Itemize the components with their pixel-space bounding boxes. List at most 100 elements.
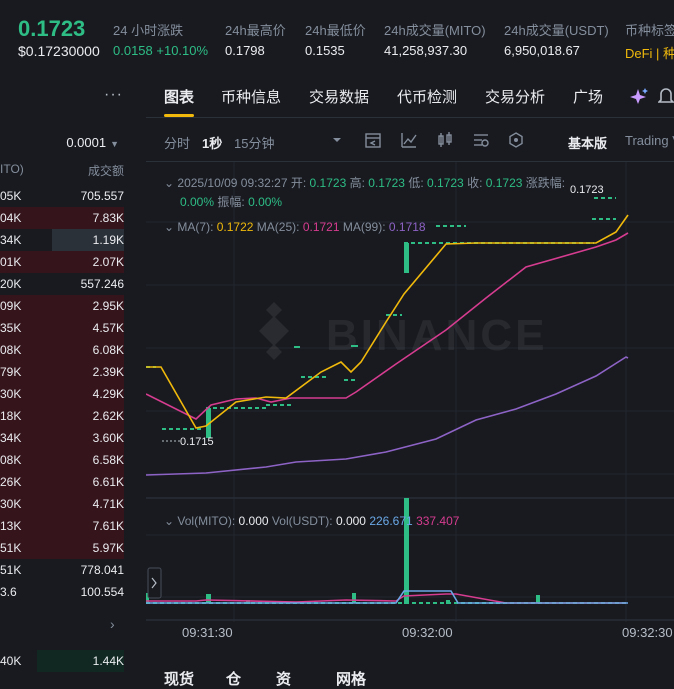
order-book-row[interactable]: 51K 5.97K xyxy=(0,537,124,559)
order-book-row[interactable]: 34K 3.60K xyxy=(0,427,124,449)
row-total: 1.19K xyxy=(92,233,124,247)
order-book-row[interactable]: 30K 4.29K xyxy=(0,383,124,405)
stat-value-tags[interactable]: DeFi | 种 xyxy=(625,43,674,62)
calendar-icon[interactable] xyxy=(364,131,382,149)
collapse-icon[interactable]: ⌄ xyxy=(164,514,174,528)
total-column-header: 成交额 xyxy=(87,164,124,178)
binance-watermark-logo xyxy=(259,302,289,360)
row-amount: 20K xyxy=(0,277,22,291)
order-book-row[interactable]: 3.6 100.554 xyxy=(0,581,124,603)
tab-trading-data[interactable]: 交易数据 xyxy=(309,86,369,107)
order-book-row[interactable]: 04K 7.83K xyxy=(0,207,124,229)
order-book-bid-row[interactable]: 40K 1.44K xyxy=(0,650,124,672)
row-total: 6.61K xyxy=(92,475,124,489)
change-value: 0.00% xyxy=(180,195,215,209)
row-amount: 3.6 xyxy=(0,585,17,599)
collapse-icon[interactable]: ⌄ xyxy=(164,220,174,234)
row-total: 2.39K xyxy=(92,365,124,379)
ma7-label: MA(7): xyxy=(177,220,214,234)
order-book-row[interactable]: 30K 4.71K xyxy=(0,493,124,515)
row-total: 4.29K xyxy=(92,387,124,401)
tab-coin-info[interactable]: 币种信息 xyxy=(221,86,281,107)
chart-settings-icon[interactable] xyxy=(472,131,490,149)
tab-token-check[interactable]: 代币检测 xyxy=(397,86,457,107)
bell-icon[interactable] xyxy=(658,86,674,106)
row-amount: 18K xyxy=(0,409,22,423)
interval-1s[interactable]: 1秒 xyxy=(202,133,222,152)
order-book-row[interactable]: 05K 705.557 xyxy=(0,185,124,207)
row-total: 557.246 xyxy=(80,277,124,291)
more-options-icon[interactable]: ··· xyxy=(104,86,123,104)
high-label: 高: xyxy=(349,176,365,190)
order-book-row[interactable]: 35K 4.57K xyxy=(0,317,124,339)
tradingview-toggle[interactable]: Trading V xyxy=(625,133,674,148)
interval-15m[interactable]: 15分钟 xyxy=(234,133,274,152)
stat-value-change: 0.0158 +10.10% xyxy=(113,43,209,58)
chevron-right-icon[interactable]: › xyxy=(110,616,115,632)
tab-spot[interactable]: 现货 xyxy=(164,668,194,689)
order-book-row[interactable]: 51K 778.041 xyxy=(0,559,124,581)
order-book-row[interactable]: 20K 557.246 xyxy=(0,273,124,295)
row-amount: 08K xyxy=(0,453,22,467)
row-total: 2.07K xyxy=(92,255,124,269)
stat-label-tags: 币种标签 xyxy=(625,23,674,38)
row-total: 6.08K xyxy=(92,343,124,357)
ai-sparkle-icon[interactable] xyxy=(630,87,650,105)
amplitude-label: 振幅: xyxy=(217,195,245,209)
candle-style-icon[interactable] xyxy=(436,131,454,149)
ticker-bar: 0.1723 $0.17230000 24 小时涨跌 0.0158 +10.10… xyxy=(0,0,674,68)
tab-grid[interactable]: 网格 xyxy=(336,668,366,689)
interval-dropdown-icon[interactable] xyxy=(332,135,342,145)
order-book-row[interactable]: 08K 6.08K xyxy=(0,339,124,361)
stat-label-low: 24h最低价 xyxy=(305,23,366,38)
tab-chart[interactable]: 图表 xyxy=(164,86,194,107)
order-book-row[interactable]: 26K 6.61K xyxy=(0,471,124,493)
stat-value-high: 0.1798 xyxy=(225,43,265,58)
stat-value-low: 0.1535 xyxy=(305,43,345,58)
order-book-row[interactable]: 08K 6.58K xyxy=(0,449,124,471)
row-total: 4.57K xyxy=(92,321,124,335)
order-book-row[interactable]: 09K 2.95K xyxy=(0,295,124,317)
row-total: 705.557 xyxy=(80,189,124,203)
depth-icon[interactable] xyxy=(507,131,525,149)
tab-position[interactable]: 仓 xyxy=(226,668,241,689)
low-value: 0.1723 xyxy=(427,176,464,190)
low-label: 低: xyxy=(408,176,424,190)
high-marker-label: 0.1723 xyxy=(570,184,604,196)
order-book-row[interactable]: 18K 2.62K xyxy=(0,405,124,427)
tab-square[interactable]: 广场 xyxy=(573,86,603,107)
collapse-icon[interactable]: ⌄ xyxy=(164,176,174,190)
amount-column-header: ITO) xyxy=(0,162,24,176)
ma7-value: 0.1722 xyxy=(216,220,254,234)
kline-chart[interactable]: BINANCE 0.1715 0.1723 ⌄ 2025/10/09 09:32… xyxy=(145,162,674,622)
row-amount: 30K xyxy=(0,497,22,511)
ma99-value: 0.1718 xyxy=(388,220,426,234)
tab-assets[interactable]: 资 xyxy=(276,668,291,689)
change-label: 涨跌幅: xyxy=(525,176,566,190)
ohlc-row: ⌄ 2025/10/09 09:32:27 开: 0.1723 高: 0.172… xyxy=(164,174,565,191)
stat-value-vol-mito: 41,258,937.30 xyxy=(384,43,468,58)
order-book-row[interactable]: 79K 2.39K xyxy=(0,361,124,383)
stat-label-high: 24h最高价 xyxy=(225,23,286,38)
tab-trade-analysis[interactable]: 交易分析 xyxy=(485,86,545,107)
interval-time-share[interactable]: 分时 xyxy=(164,133,190,152)
vol-row: ⌄ Vol(MITO): 0.000 Vol(USDT): 0.000 226.… xyxy=(164,514,459,528)
order-book-row[interactable]: 34K 1.19K xyxy=(0,229,124,251)
open-value: 0.1723 xyxy=(309,176,347,190)
price-step-select[interactable]: 0.0001 ▼ xyxy=(66,135,119,150)
panel-toggle[interactable] xyxy=(147,567,162,599)
ohlc-datetime: 2025/10/09 09:32:27 xyxy=(177,176,288,190)
high-value: 0.1723 xyxy=(368,176,405,190)
order-book-row[interactable]: 13K 7.61K xyxy=(0,515,124,537)
amplitude-value: 0.00% xyxy=(248,195,283,209)
caret-down-icon: ▼ xyxy=(110,139,119,149)
chart-toolbar: 分时 1秒 15分钟 基本版 Trading V xyxy=(146,118,674,162)
vol-ma-line xyxy=(146,593,626,604)
row-total: 2.95K xyxy=(92,299,124,313)
low-marker-label: 0.1715 xyxy=(180,436,214,448)
order-book-row[interactable]: 01K 2.07K xyxy=(0,251,124,273)
x-axis-label: 09:32:00 xyxy=(402,625,453,640)
indicator-icon[interactable] xyxy=(400,131,418,149)
basic-view-toggle[interactable]: 基本版 xyxy=(568,133,607,152)
stat-label-change: 24 小时涨跌 xyxy=(113,23,184,38)
